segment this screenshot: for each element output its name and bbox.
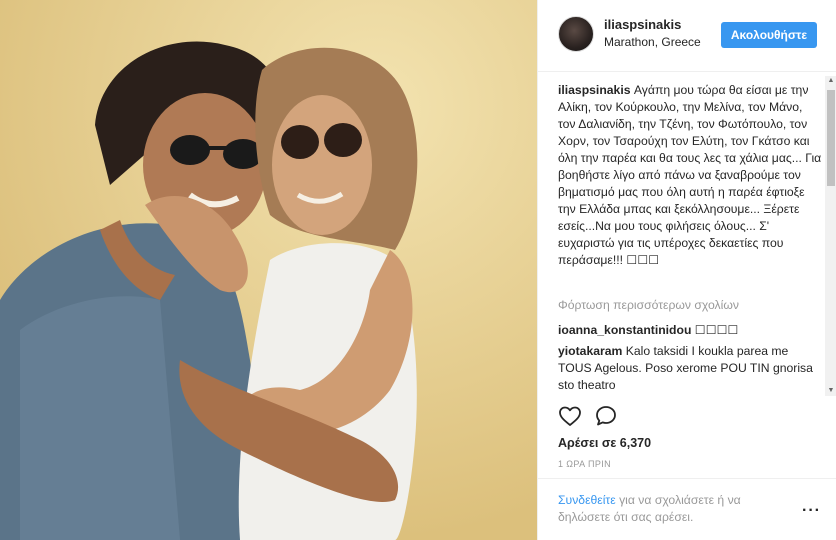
comment-text: ☐☐☐☐ [694, 323, 739, 337]
comments-scrollbar[interactable]: ▲ ▼ [825, 76, 836, 396]
list-item: ioanna_konstantinidou ☐☐☐☐ [558, 322, 823, 339]
caption: iliaspsinakis Αγάπη μου τώρα θα είσαι με… [558, 82, 823, 269]
more-options-icon[interactable]: ··· [802, 503, 821, 519]
post-sidebar: iliaspsinakis Marathon, Greece Ακολουθήσ… [537, 0, 836, 540]
comment-username[interactable]: ioanna_konstantinidou [558, 323, 691, 337]
list-item: yiotakaram Kalo taksidi I koukla parea m… [558, 343, 823, 394]
scroll-down-arrow-icon[interactable]: ▼ [825, 386, 836, 396]
photo-illustration [0, 0, 537, 540]
comments-list[interactable]: iliaspsinakis Αγάπη μου τώρα θα είσαι με… [538, 72, 836, 398]
caption-username[interactable]: iliaspsinakis [558, 83, 631, 97]
login-link[interactable]: Συνδεθείτε [558, 493, 616, 507]
post-timestamp[interactable]: 1 ΩΡΑ ΠΡΙΝ [558, 459, 611, 469]
post-photo[interactable] [0, 0, 537, 540]
caption-text: Αγάπη μου τώρα θα είσαι με την Αλίκη, το… [558, 83, 822, 267]
login-prompt: Συνδεθείτε για να σχολιάσετε ή να δηλώσε… [558, 492, 788, 526]
avatar[interactable] [558, 16, 594, 52]
comment-bubble-icon[interactable] [594, 404, 618, 428]
load-more-comments-link[interactable]: Φόρτωση περισσότερων σχολίων [558, 298, 739, 312]
heart-icon[interactable] [558, 404, 582, 428]
post-location[interactable]: Marathon, Greece [604, 35, 701, 49]
follow-button[interactable]: Ακολουθήστε [721, 22, 817, 48]
post-window: iliaspsinakis Marathon, Greece Ακολουθήσ… [0, 0, 836, 540]
likes-count[interactable]: Αρέσει σε 6,370 [558, 436, 651, 450]
scrollbar-thumb[interactable] [827, 90, 835, 186]
post-header: iliaspsinakis Marathon, Greece Ακολουθήσ… [538, 0, 836, 72]
header-username[interactable]: iliaspsinakis [604, 17, 681, 32]
comment-login-bar: Συνδεθείτε για να σχολιάσετε ή να δηλώσε… [538, 478, 836, 540]
scroll-up-arrow-icon[interactable]: ▲ [825, 76, 836, 86]
comment-username[interactable]: yiotakaram [558, 344, 622, 358]
